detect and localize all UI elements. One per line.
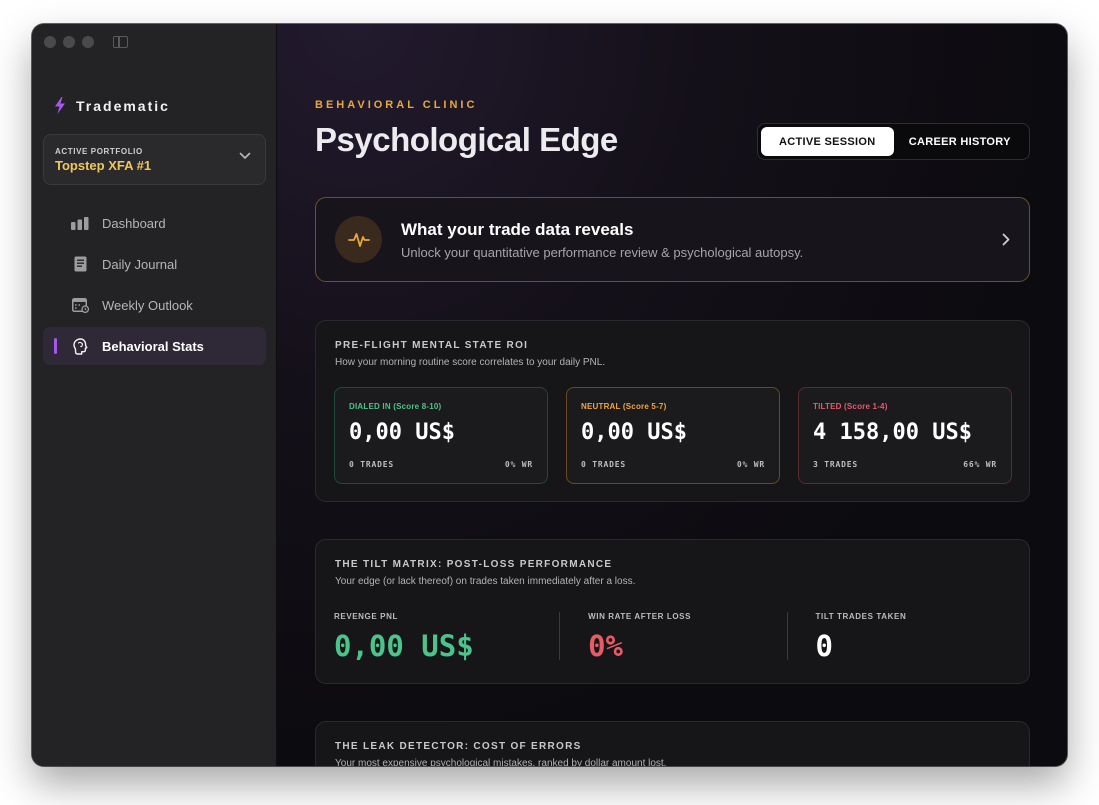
portfolio-label: ACTIVE PORTFOLIO [55, 147, 143, 156]
mental-state-roi-card: PRE-FLIGHT MENTAL STATE ROI How your mor… [315, 320, 1030, 502]
chevron-right-icon [1002, 233, 1010, 246]
tile-win-rate: 66% WR [963, 460, 997, 469]
sidebar-toggle-icon[interactable] [113, 36, 128, 48]
tilt-trades-taken-stat: TILT TRADES TAKEN 0 [786, 612, 1014, 663]
sidebar: Tradematic ACTIVE PORTFOLIO Topstep XFA … [32, 24, 277, 766]
tile-trades: 0 TRADES [349, 460, 394, 469]
main-content: BEHAVIORAL CLINIC Psychological Edge ACT… [277, 24, 1067, 766]
stat-label: TILT TRADES TAKEN [815, 612, 907, 621]
stat-value: 0% [588, 629, 624, 663]
card-title: THE LEAK DETECTOR: COST OF ERRORS [335, 741, 582, 752]
tile-value: 0,00 US$ [349, 420, 455, 445]
revenge-pnl-stat: REVENGE PNL 0,00 US$ [334, 612, 559, 663]
tile-value: 4 158,00 US$ [813, 420, 972, 445]
card-title: THE TILT MATRIX: POST-LOSS PERFORMANCE [335, 559, 613, 570]
brand: Tradematic [54, 97, 170, 114]
win-rate-after-loss-stat: WIN RATE AFTER LOSS 0% [559, 612, 786, 663]
tile-win-rate: 0% WR [736, 460, 765, 469]
sidebar-item-weekly-outlook[interactable]: Weekly Outlook [43, 286, 266, 324]
reveal-title: What your trade data reveals [401, 219, 634, 239]
calendar-icon [71, 297, 89, 313]
sidebar-item-label: Behavioral Stats [102, 338, 204, 354]
close-window-button[interactable] [44, 36, 56, 48]
bar-chart-icon [71, 216, 89, 230]
tile-label: TILTED (Score 1-4) [813, 402, 888, 411]
tile-trades: 3 TRADES [813, 460, 858, 469]
sidebar-item-daily-journal[interactable]: Daily Journal [43, 245, 266, 283]
sidebar-item-label: Dashboard [102, 215, 166, 231]
sidebar-item-behavioral-stats[interactable]: Behavioral Stats [43, 327, 266, 365]
page-eyebrow: BEHAVIORAL CLINIC [315, 99, 478, 111]
dialed-in-tile: DIALED IN (Score 8-10) 0,00 US$ 0 TRADES… [334, 387, 548, 484]
page-title: Psychological Edge [315, 121, 618, 158]
tile-value: 0,00 US$ [581, 420, 687, 445]
sidebar-item-label: Weekly Outlook [102, 297, 193, 313]
window-controls [44, 36, 94, 48]
card-subtitle: How your morning routine score correlate… [335, 357, 606, 368]
lightning-icon [55, 97, 65, 114]
tab-active-session[interactable]: ACTIVE SESSION [761, 127, 894, 156]
trade-data-reveal-banner[interactable]: What your trade data reveals Unlock your… [315, 197, 1030, 282]
app-window: Tradematic ACTIVE PORTFOLIO Topstep XFA … [32, 24, 1067, 766]
card-subtitle: Your most expensive psychological mistak… [335, 758, 667, 766]
leak-detector-card: THE LEAK DETECTOR: COST OF ERRORS Your m… [315, 721, 1030, 766]
stat-label: REVENGE PNL [334, 612, 398, 621]
sidebar-item-dashboard[interactable]: Dashboard [43, 204, 266, 242]
tile-trades: 0 TRADES [581, 460, 626, 469]
tile-label: NEUTRAL (Score 5-7) [581, 402, 667, 411]
chevron-down-icon [239, 152, 251, 159]
brand-name: Tradematic [76, 97, 170, 114]
sidebar-item-label: Daily Journal [102, 256, 178, 272]
tilt-matrix-card: THE TILT MATRIX: POST-LOSS PERFORMANCE Y… [315, 539, 1030, 684]
stat-label: WIN RATE AFTER LOSS [588, 612, 692, 621]
pulse-icon [335, 216, 382, 263]
brain-icon [71, 337, 89, 355]
tile-label: DIALED IN (Score 8-10) [349, 402, 442, 411]
card-subtitle: Your edge (or lack thereof) on trades ta… [335, 576, 636, 587]
stat-value: 0 [815, 629, 834, 663]
portfolio-selector[interactable]: ACTIVE PORTFOLIO Topstep XFA #1 [43, 134, 266, 185]
sidebar-nav: Dashboard Daily Journal Weekly Outlook B… [43, 204, 266, 368]
zoom-window-button[interactable] [82, 36, 94, 48]
neutral-tile: NEUTRAL (Score 5-7) 0,00 US$ 0 TRADES 0%… [566, 387, 780, 484]
tile-win-rate: 0% WR [504, 460, 533, 469]
tab-career-history[interactable]: CAREER HISTORY [894, 127, 1027, 156]
journal-icon [71, 256, 89, 272]
card-title: PRE-FLIGHT MENTAL STATE ROI [335, 340, 529, 351]
tilted-tile: TILTED (Score 1-4) 4 158,00 US$ 3 TRADES… [798, 387, 1012, 484]
stat-value: 0,00 US$ [334, 629, 474, 663]
minimize-window-button[interactable] [63, 36, 75, 48]
reveal-subtitle: Unlock your quantitative performance rev… [401, 244, 804, 260]
portfolio-value: Topstep XFA #1 [55, 158, 152, 173]
session-toggle: ACTIVE SESSION CAREER HISTORY [757, 123, 1030, 160]
